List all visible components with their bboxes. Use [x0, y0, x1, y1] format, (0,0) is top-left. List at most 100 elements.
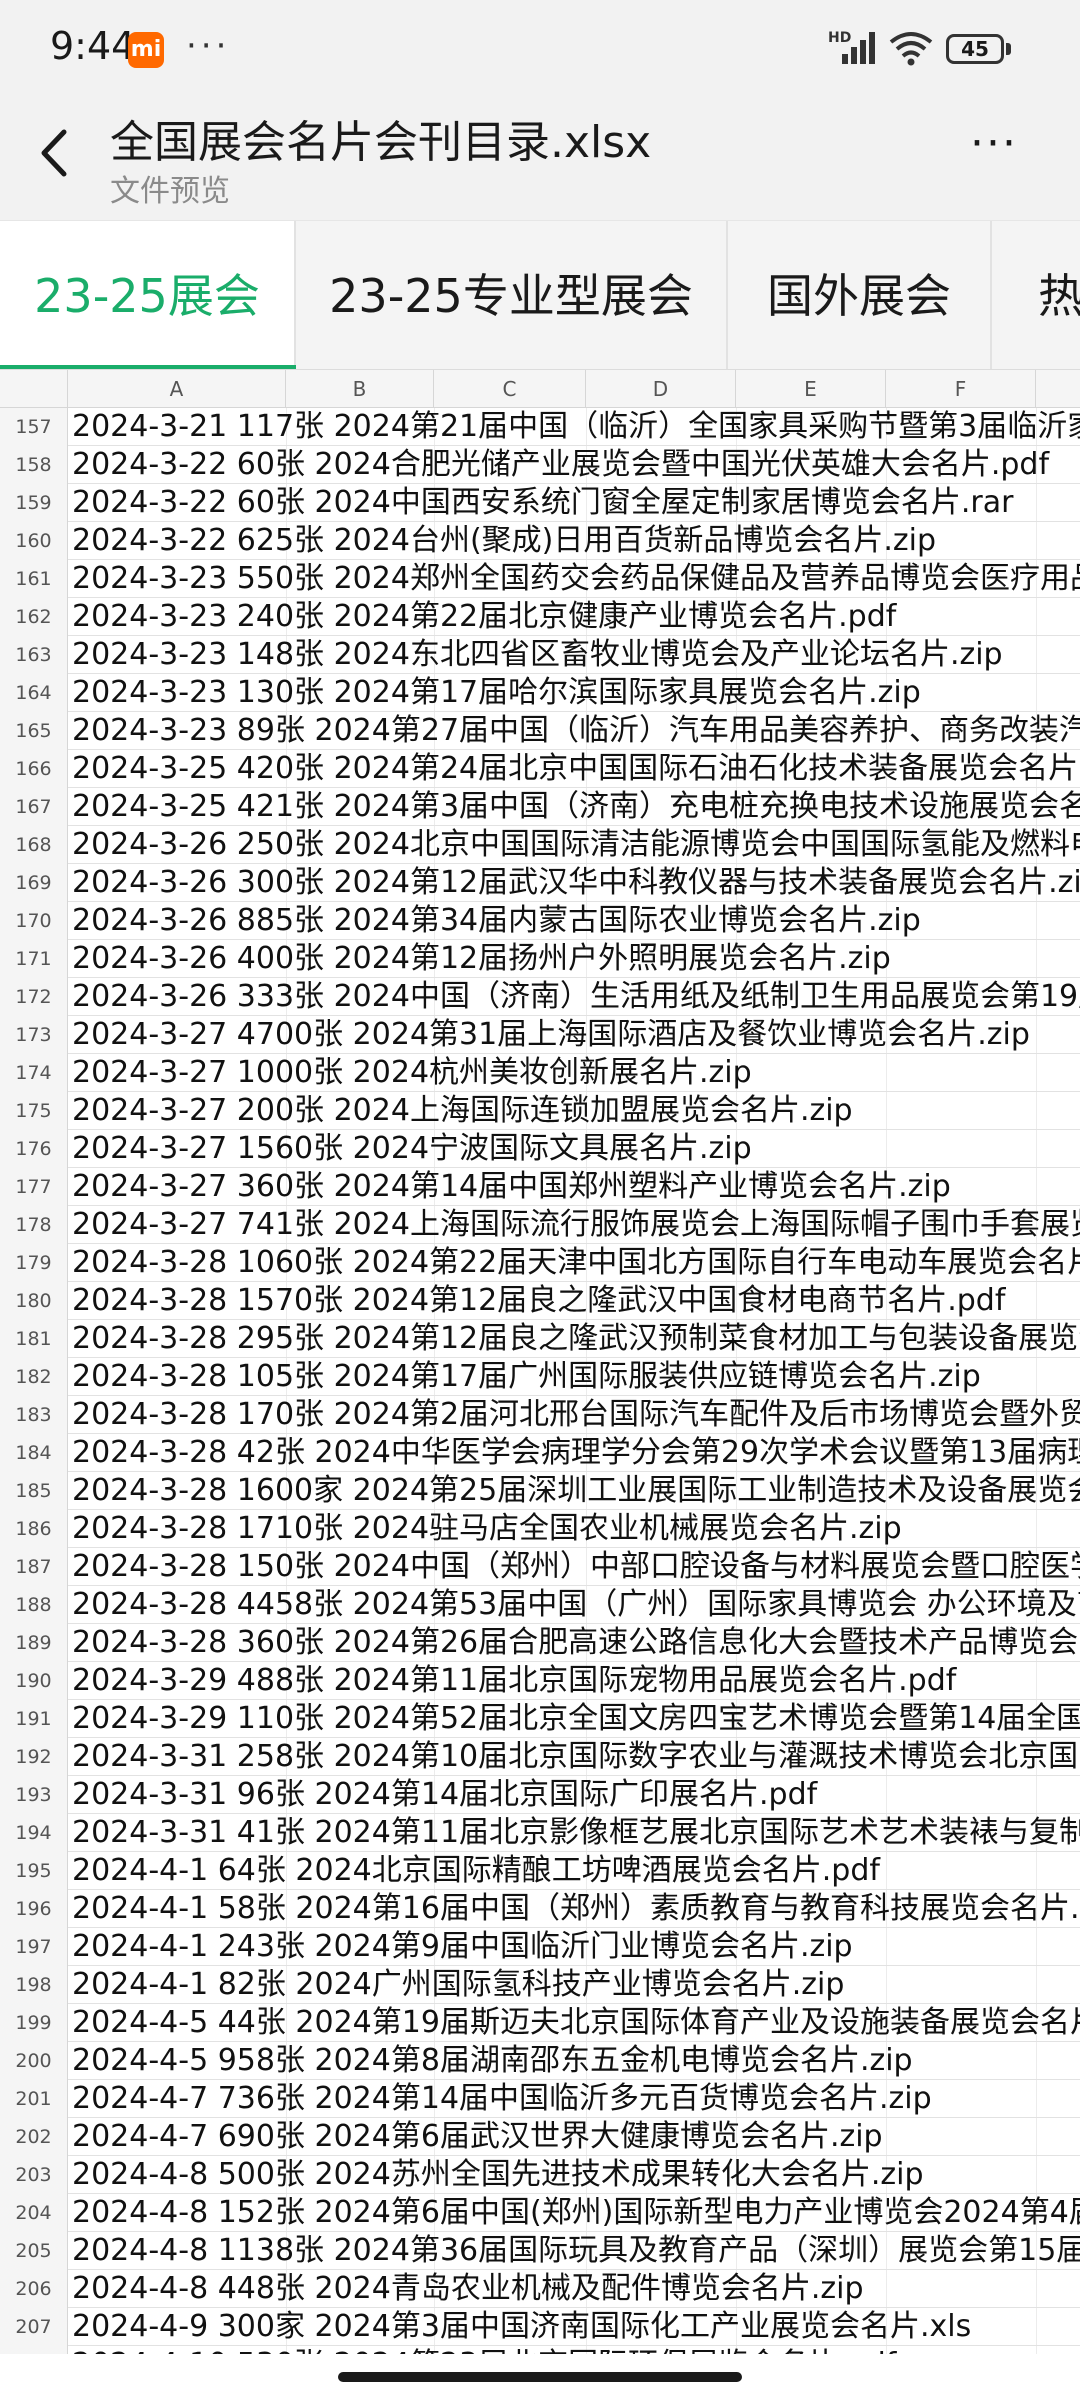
cell-a[interactable]: 2024-3-28 360张 2024第26届合肥高速公路信息化大会暨技术产品博…: [72, 1624, 1080, 1662]
cell-a[interactable]: 2024-3-25 421张 2024第3届中国（济南）充电桩充换电技术设施展览…: [72, 788, 1080, 826]
table-row[interactable]: 167 2024-3-25 421张 2024第3届中国（济南）充电桩充换电技术设…: [0, 788, 1080, 826]
table-row[interactable]: 180 2024-3-28 1570张 2024第12届良之隆武汉中国食材电商节名…: [0, 1282, 1080, 1320]
cell-a[interactable]: 2024-3-28 1710张 2024驻马店全国农业机械展览会名片.zip: [72, 1510, 1080, 1548]
table-row[interactable]: 201 2024-4-7 736张 2024第14届中国临沂多元百货博览会名片.z…: [0, 2080, 1080, 2118]
table-row[interactable]: 196 2024-4-1 58张 2024第16届中国（郑州）素质教育与教育科技展…: [0, 1890, 1080, 1928]
row-number[interactable]: 158: [0, 446, 68, 484]
column-header-e[interactable]: E: [736, 370, 886, 408]
cell-a[interactable]: 2024-4-5 958张 2024第8届湖南邵东五金机电博览会名片.zip: [72, 2042, 1080, 2080]
table-row[interactable]: 189 2024-3-28 360张 2024第26届合肥高速公路信息化大会暨技术…: [0, 1624, 1080, 1662]
table-row[interactable]: 194 2024-3-31 41张 2024第11届北京影像框艺展北京国际艺术艺术…: [0, 1814, 1080, 1852]
cell-a[interactable]: 2024-3-26 300张 2024第12届武汉华中科教仪器与技术装备展览会名…: [72, 864, 1080, 902]
row-number[interactable]: 190: [0, 1662, 68, 1700]
table-row[interactable]: 193 2024-3-31 96张 2024第14届北京国际广印展名片.pdf: [0, 1776, 1080, 1814]
cell-a[interactable]: 2024-3-25 420张 2024第24届北京中国国际石油石化技术装备展览会…: [72, 750, 1080, 788]
row-number[interactable]: 160: [0, 522, 68, 560]
row-number[interactable]: 191: [0, 1700, 68, 1738]
table-row[interactable]: 174 2024-3-27 1000张 2024杭州美妆创新展名片.zip: [0, 1054, 1080, 1092]
row-number[interactable]: 203: [0, 2156, 68, 2194]
row-number[interactable]: 202: [0, 2118, 68, 2156]
table-row[interactable]: 191 2024-3-29 110张 2024第52届北京全国文房四宝艺术博览会暨…: [0, 1700, 1080, 1738]
cell-a[interactable]: 2024-3-28 4458张 2024第53届中国（广州）国际家具博览会 办公…: [72, 1586, 1080, 1624]
cell-a[interactable]: 2024-3-23 89张 2024第27届中国（临沂）汽车用品美容养护、商务改…: [72, 712, 1080, 750]
tab-overseas-exhibitions[interactable]: 国外展会: [728, 221, 992, 369]
cell-a[interactable]: 2024-3-23 240张 2024第22届北京健康产业博览会名片.pdf: [72, 598, 1080, 636]
row-number[interactable]: 172: [0, 978, 68, 1016]
row-number[interactable]: 175: [0, 1092, 68, 1130]
table-row[interactable]: 172 2024-3-26 333张 2024中国（济南）生活用纸及纸制卫生用品展…: [0, 978, 1080, 1016]
more-options-button[interactable]: ···: [970, 122, 1030, 166]
cell-a[interactable]: 2024-3-28 170张 2024第2届河北邢台国际汽车配件及后市场博览会暨…: [72, 1396, 1080, 1434]
table-row[interactable]: 182 2024-3-28 105张 2024第17届广州国际服装供应链博览会名片…: [0, 1358, 1080, 1396]
select-all-corner[interactable]: [0, 370, 68, 408]
table-row[interactable]: 159 2024-3-22 60张 2024中国西安系统门窗全屋定制家居博览会名片…: [0, 484, 1080, 522]
row-number[interactable]: 179: [0, 1244, 68, 1282]
table-row[interactable]: 208 2024-4-10 530张 2024第23届北京国际环保展览会名片.pd…: [0, 2346, 1080, 2354]
cell-a[interactable]: 2024-4-8 152张 2024第6届中国(郑州)国际新型电力产业博览会20…: [72, 2194, 1080, 2232]
cell-a[interactable]: 2024-4-1 58张 2024第16届中国（郑州）素质教育与教育科技展览会名…: [72, 1890, 1080, 1928]
table-row[interactable]: 168 2024-3-26 250张 2024北京中国国际清洁能源博览会中国国际氢…: [0, 826, 1080, 864]
row-number[interactable]: 174: [0, 1054, 68, 1092]
cell-a[interactable]: 2024-3-27 1560张 2024宁波国际文具展名片.zip: [72, 1130, 1080, 1168]
column-header-a[interactable]: A: [68, 370, 286, 408]
table-row[interactable]: 158 2024-3-22 60张 2024合肥光储产业展览会暨中国光伏英雄大会名…: [0, 446, 1080, 484]
table-row[interactable]: 202 2024-4-7 690张 2024第6届武汉世界大健康博览会名片.zip: [0, 2118, 1080, 2156]
table-row[interactable]: 163 2024-3-23 148张 2024东北四省区畜牧业博览会及产业论坛名片…: [0, 636, 1080, 674]
row-number[interactable]: 200: [0, 2042, 68, 2080]
row-number[interactable]: 157: [0, 408, 68, 446]
row-number[interactable]: 178: [0, 1206, 68, 1244]
cell-a[interactable]: 2024-3-31 96张 2024第14届北京国际广印展名片.pdf: [72, 1776, 1080, 1814]
cell-a[interactable]: 2024-4-1 64张 2024北京国际精酿工坊啤酒展览会名片.pdf: [72, 1852, 1080, 1890]
cell-a[interactable]: 2024-4-10 530张 2024第23届北京国际环保展览会名片.pdf: [72, 2346, 1080, 2354]
table-row[interactable]: 183 2024-3-28 170张 2024第2届河北邢台国际汽车配件及后市场博…: [0, 1396, 1080, 1434]
cell-a[interactable]: 2024-3-28 1060张 2024第22届天津中国北方国际自行车电动车展览…: [72, 1244, 1080, 1282]
row-number[interactable]: 183: [0, 1396, 68, 1434]
tab-23-25-exhibitions[interactable]: 23-25展会: [0, 221, 296, 369]
row-number[interactable]: 204: [0, 2194, 68, 2232]
table-row[interactable]: 170 2024-3-26 885张 2024第34届内蒙古国际农业博览会名片.z…: [0, 902, 1080, 940]
cell-a[interactable]: 2024-4-8 500张 2024苏州全国先进技术成果转化大会名片.zip: [72, 2156, 1080, 2194]
row-number[interactable]: 189: [0, 1624, 68, 1662]
table-row[interactable]: 187 2024-3-28 150张 2024中国（郑州）中部口腔设备与材料展览会…: [0, 1548, 1080, 1586]
row-number[interactable]: 163: [0, 636, 68, 674]
row-number[interactable]: 193: [0, 1776, 68, 1814]
cell-a[interactable]: 2024-3-22 60张 2024合肥光储产业展览会暨中国光伏英雄大会名片.p…: [72, 446, 1080, 484]
row-number[interactable]: 201: [0, 2080, 68, 2118]
row-number[interactable]: 162: [0, 598, 68, 636]
row-number[interactable]: 180: [0, 1282, 68, 1320]
row-number[interactable]: 199: [0, 2004, 68, 2042]
cell-a[interactable]: 2024-3-27 741张 2024上海国际流行服饰展览会上海国际帽子围巾手套…: [72, 1206, 1080, 1244]
cell-a[interactable]: 2024-3-22 60张 2024中国西安系统门窗全屋定制家居博览会名片.ra…: [72, 484, 1080, 522]
row-number[interactable]: 161: [0, 560, 68, 598]
table-row[interactable]: 157 2024-3-21 117张 2024第21届中国（临沂）全国家具采购节暨…: [0, 408, 1080, 446]
row-number[interactable]: 186: [0, 1510, 68, 1548]
table-row[interactable]: 176 2024-3-27 1560张 2024宁波国际文具展名片.zip: [0, 1130, 1080, 1168]
table-row[interactable]: 204 2024-4-8 152张 2024第6届中国(郑州)国际新型电力产业博览…: [0, 2194, 1080, 2232]
row-number[interactable]: 159: [0, 484, 68, 522]
table-row[interactable]: 186 2024-3-28 1710张 2024驻马店全国农业机械展览会名片.zi…: [0, 1510, 1080, 1548]
cell-a[interactable]: 2024-3-23 148张 2024东北四省区畜牧业博览会及产业论坛名片.zi…: [72, 636, 1080, 674]
column-header-f[interactable]: F: [886, 370, 1036, 408]
cell-a[interactable]: 2024-3-28 1570张 2024第12届良之隆武汉中国食材电商节名片.p…: [72, 1282, 1080, 1320]
cell-a[interactable]: 2024-3-23 130张 2024第17届哈尔滨国际家具展览会名片.zip: [72, 674, 1080, 712]
row-number[interactable]: 177: [0, 1168, 68, 1206]
table-row[interactable]: 185 2024-3-28 1600家 2024第25届深圳工业展国际工业制造技术…: [0, 1472, 1080, 1510]
table-row[interactable]: 200 2024-4-5 958张 2024第8届湖南邵东五金机电博览会名片.zi…: [0, 2042, 1080, 2080]
row-number[interactable]: 195: [0, 1852, 68, 1890]
cell-a[interactable]: 2024-4-5 44张 2024第19届斯迈夫北京国际体育产业及设施装备展览会…: [72, 2004, 1080, 2042]
table-row[interactable]: 178 2024-3-27 741张 2024上海国际流行服饰展览会上海国际帽子围…: [0, 1206, 1080, 1244]
cell-a[interactable]: 2024-3-31 41张 2024第11届北京影像框艺展北京国际艺术艺术装裱与…: [72, 1814, 1080, 1852]
cell-a[interactable]: 2024-3-27 360张 2024第14届中国郑州塑料产业博览会名片.zip: [72, 1168, 1080, 1206]
table-row[interactable]: 173 2024-3-27 4700张 2024第31届上海国际酒店及餐饮业博览会…: [0, 1016, 1080, 1054]
row-number[interactable]: 198: [0, 1966, 68, 2004]
cell-a[interactable]: 2024-4-8 448张 2024青岛农业机械及配件博览会名片.zip: [72, 2270, 1080, 2308]
cell-a[interactable]: 2024-3-26 400张 2024第12届扬州户外照明展览会名片.zip: [72, 940, 1080, 978]
row-number[interactable]: 171: [0, 940, 68, 978]
cell-a[interactable]: 2024-3-27 4700张 2024第31届上海国际酒店及餐饮业博览会名片.…: [72, 1016, 1080, 1054]
row-number[interactable]: 185: [0, 1472, 68, 1510]
table-row[interactable]: 181 2024-3-28 295张 2024第12届良之隆武汉预制菜食材加工与包…: [0, 1320, 1080, 1358]
row-number[interactable]: 184: [0, 1434, 68, 1472]
row-number[interactable]: 208: [0, 2346, 68, 2354]
row-number[interactable]: 187: [0, 1548, 68, 1586]
cell-a[interactable]: 2024-3-22 625张 2024台州(聚成)日用百货新品博览会名片.zip: [72, 522, 1080, 560]
